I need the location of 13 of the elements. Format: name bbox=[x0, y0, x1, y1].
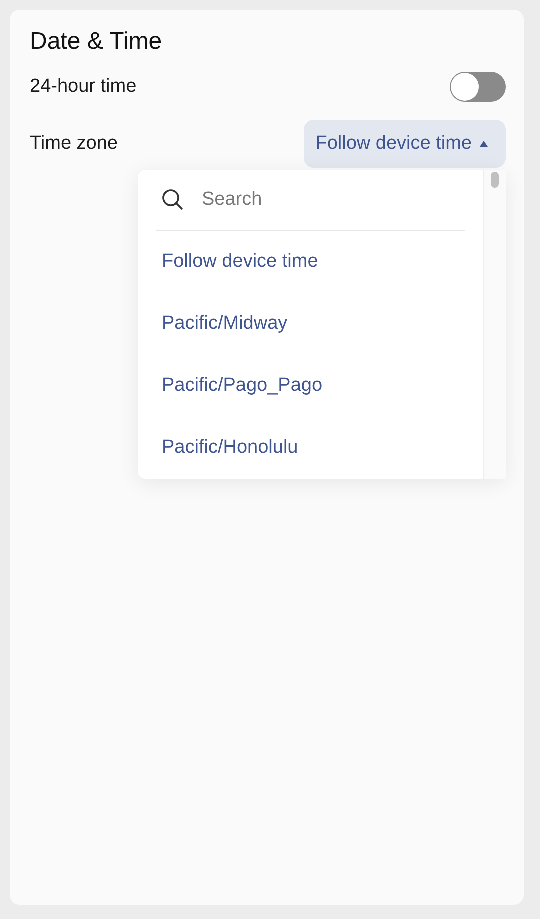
timezone-option[interactable]: Follow device time bbox=[156, 231, 465, 293]
search-field[interactable]: Search bbox=[200, 188, 404, 212]
timezone-dropdown[interactable]: Follow device time bbox=[304, 120, 506, 168]
caret-icon bbox=[480, 141, 488, 147]
timezone-option[interactable]: Pacific/Midway bbox=[156, 293, 465, 355]
toggle-switch[interactable] bbox=[450, 72, 506, 102]
section-title: Date & Time bbox=[30, 27, 164, 57]
timezone-option[interactable]: Pacific/Pago_Pago bbox=[156, 355, 465, 417]
search-icon bbox=[162, 189, 184, 211]
setting-label: 24-hour time bbox=[30, 76, 137, 98]
setting-label: Time zone bbox=[30, 133, 118, 155]
scrollbar-thumb[interactable] bbox=[491, 172, 499, 188]
timezone-option[interactable]: Pacific/Honolulu bbox=[156, 417, 465, 479]
